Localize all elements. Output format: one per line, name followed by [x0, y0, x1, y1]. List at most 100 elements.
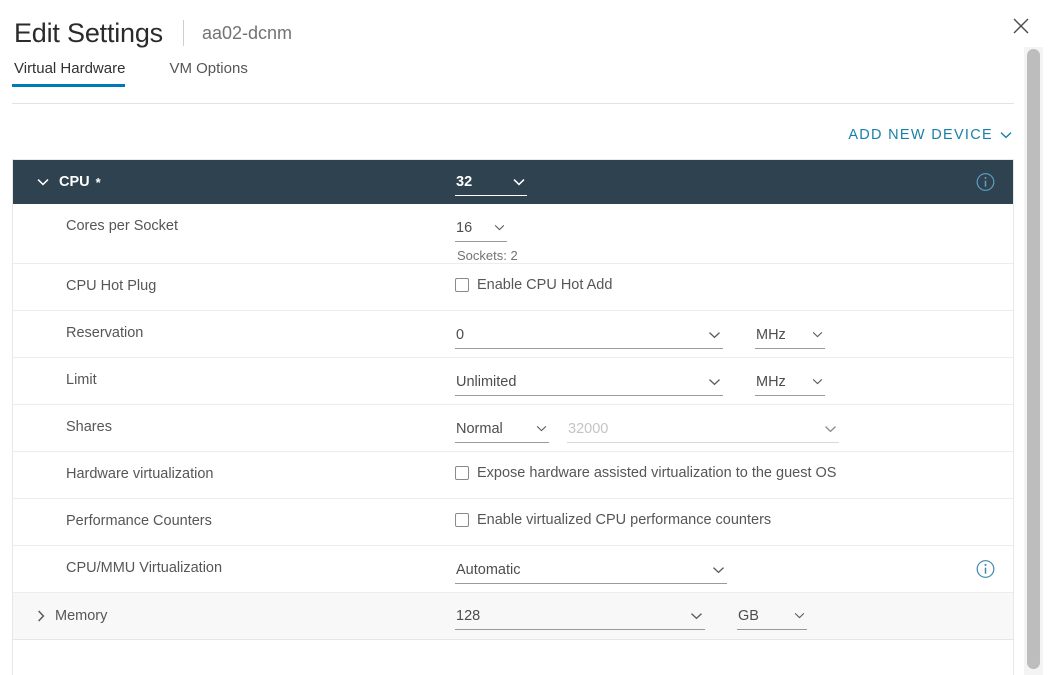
vm-name: aa02-dcnm	[202, 22, 293, 43]
cores-per-socket-control: 16 Sockets: 2	[455, 204, 1013, 263]
limit-control: Unlimited MHz	[455, 358, 1013, 396]
expose-hardware-virtualization-label: Expose hardware assisted virtualization …	[477, 465, 837, 481]
cores-per-socket-label: Cores per Socket	[66, 218, 179, 234]
reservation-unit-dropdown[interactable]: MHz	[755, 321, 825, 349]
tab-bar-divider	[12, 103, 1014, 104]
cpu-label: CPU	[59, 174, 90, 190]
hardware-virtualization-label: Hardware virtualization	[66, 466, 214, 482]
cpu-mmu-virtualization-dropdown[interactable]: Automatic	[455, 556, 727, 584]
chevron-down-icon	[691, 612, 702, 619]
shares-control: Normal 32000	[455, 405, 1013, 443]
tab-virtual-hardware[interactable]: Virtual Hardware	[12, 58, 135, 87]
vertical-scrollbar-track[interactable]	[1024, 47, 1043, 675]
chevron-down-icon	[709, 378, 720, 385]
row-cpu-mmu-virtualization: CPU/MMU Virtualization Automatic	[13, 546, 1013, 593]
row-shares: Shares Normal 32000	[13, 405, 1013, 452]
row-limit: Limit Unlimited MHz	[13, 358, 1013, 405]
cpu-mmu-virtualization-control: Automatic	[455, 546, 1013, 584]
memory-control: 128 GB	[455, 602, 1013, 630]
cpu-section-title: CPU *	[13, 174, 455, 190]
chevron-down-icon	[812, 331, 823, 338]
enable-cpu-hot-add-label: Enable CPU Hot Add	[477, 277, 613, 293]
tab-vm-options-label: VM Options	[169, 60, 248, 77]
enable-performance-counters-label: Enable virtualized CPU performance count…	[477, 512, 772, 528]
reservation-dropdown[interactable]: 0	[455, 321, 723, 349]
cpu-count-value: 32	[456, 173, 473, 190]
cpu-mmu-virtualization-label: CPU/MMU Virtualization	[66, 560, 223, 576]
checkbox-box[interactable]	[455, 466, 469, 480]
reservation-unit-value: MHz	[756, 326, 786, 343]
chevron-down-icon	[513, 178, 525, 185]
memory-unit-value: GB	[738, 607, 759, 624]
info-icon	[976, 173, 995, 191]
cpu-hot-plug-control: Enable CPU Hot Add	[455, 264, 1013, 293]
reservation-value: 0	[456, 326, 465, 343]
close-button[interactable]	[1005, 10, 1037, 42]
required-marker: *	[95, 174, 101, 190]
row-reservation: Reservation 0 MHz	[13, 311, 1013, 358]
page-title: Edit Settings	[14, 17, 163, 48]
checkbox-box[interactable]	[455, 278, 469, 292]
row-cores-per-socket: Cores per Socket 16 Sockets: 2	[13, 204, 1013, 264]
tab-bar: Virtual Hardware VM Options	[12, 58, 1051, 94]
chevron-right-icon[interactable]	[37, 610, 45, 622]
shares-level-value: Normal	[456, 420, 503, 437]
memory-unit-dropdown[interactable]: GB	[737, 602, 807, 630]
hardware-virtualization-control: Expose hardware assisted virtualization …	[455, 452, 1013, 481]
cpu-count-dropdown[interactable]: 32	[455, 168, 527, 196]
chevron-down-icon	[794, 612, 805, 619]
performance-counters-control: Enable virtualized CPU performance count…	[455, 499, 1013, 528]
title-divider	[183, 20, 184, 46]
limit-value: Unlimited	[456, 373, 517, 390]
add-new-device-button[interactable]: ADD NEW DEVICE	[848, 127, 1014, 143]
memory-size-value: 128	[456, 607, 481, 624]
limit-unit-value: MHz	[756, 373, 786, 390]
cpu-mmu-virtualization-value: Automatic	[456, 561, 521, 578]
enable-cpu-hot-add-checkbox[interactable]: Enable CPU Hot Add	[455, 274, 612, 293]
section-header-cpu[interactable]: CPU * 32	[13, 160, 1013, 204]
virtual-hardware-panel: CPU * 32 Cores per Socket 16 Sockets: 2 …	[12, 159, 1014, 675]
cpu-count-control: 32	[455, 168, 1013, 196]
shares-level-dropdown[interactable]: Normal	[455, 415, 549, 443]
sockets-count: Sockets: 2	[457, 248, 518, 263]
limit-dropdown[interactable]: Unlimited	[455, 368, 723, 396]
limit-unit-dropdown[interactable]: MHz	[755, 368, 825, 396]
cores-per-socket-value: 16	[456, 219, 473, 236]
cores-per-socket-dropdown[interactable]: 16	[455, 214, 507, 242]
row-performance-counters: Performance Counters Enable virtualized …	[13, 499, 1013, 546]
chevron-down-icon	[812, 378, 823, 385]
dialog-titlebar: Edit Settings aa02-dcnm	[0, 0, 1051, 58]
cpu-info-button[interactable]	[976, 173, 995, 192]
shares-amount-value: 32000	[568, 420, 609, 437]
section-header-memory[interactable]: Memory 128 GB	[13, 593, 1013, 640]
chevron-down-icon	[709, 331, 720, 338]
add-new-device-label: ADD NEW DEVICE	[848, 127, 993, 143]
chevron-down-icon	[1000, 132, 1012, 139]
checkbox-box[interactable]	[455, 513, 469, 527]
performance-counters-label: Performance Counters	[66, 513, 212, 529]
cpu-mmu-info-button[interactable]	[976, 560, 995, 579]
chevron-down-icon	[494, 224, 505, 231]
row-cpu-hot-plug: CPU Hot Plug Enable CPU Hot Add	[13, 264, 1013, 311]
memory-label: Memory	[55, 608, 108, 624]
reservation-control: 0 MHz	[455, 311, 1013, 349]
cpu-hot-plug-label: CPU Hot Plug	[66, 278, 157, 294]
info-icon	[976, 560, 995, 578]
shares-label: Shares	[66, 419, 112, 435]
reservation-label: Reservation	[66, 325, 144, 341]
close-icon	[1013, 18, 1029, 34]
chevron-down-icon[interactable]	[37, 178, 49, 186]
shares-amount-dropdown[interactable]: 32000	[567, 415, 839, 443]
chevron-down-icon	[825, 425, 836, 432]
memory-size-dropdown[interactable]: 128	[455, 602, 705, 630]
tab-virtual-hardware-label: Virtual Hardware	[14, 60, 126, 77]
enable-performance-counters-checkbox[interactable]: Enable virtualized CPU performance count…	[455, 509, 771, 528]
chevron-down-icon	[713, 566, 724, 573]
vertical-scrollbar-thumb[interactable]	[1027, 49, 1040, 669]
chevron-down-icon	[536, 425, 547, 432]
expose-hardware-virtualization-checkbox[interactable]: Expose hardware assisted virtualization …	[455, 462, 836, 481]
row-hardware-virtualization: Hardware virtualization Expose hardware …	[13, 452, 1013, 499]
toolbar: ADD NEW DEVICE	[12, 112, 1014, 158]
memory-section-title: Memory	[13, 608, 455, 624]
tab-vm-options[interactable]: VM Options	[167, 58, 257, 87]
